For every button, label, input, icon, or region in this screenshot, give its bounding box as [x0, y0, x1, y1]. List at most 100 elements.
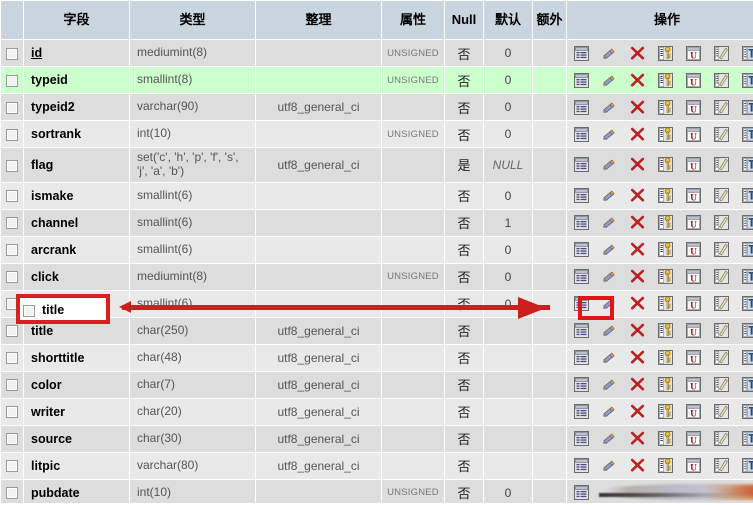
unique-index-icon[interactable]: U: [679, 183, 707, 209]
row-checkbox-cell[interactable]: [1, 398, 23, 425]
edit-pencil-icon[interactable]: [595, 40, 623, 66]
row-checkbox[interactable]: [6, 190, 18, 203]
field-name-cell[interactable]: ismake: [24, 182, 129, 209]
index-icon[interactable]: [707, 152, 735, 178]
unique-index-icon[interactable]: U: [679, 67, 707, 93]
field-name-cell[interactable]: sortrank: [24, 121, 129, 147]
row-checkbox[interactable]: [6, 159, 18, 172]
field-name-cell[interactable]: litpic: [24, 452, 129, 479]
field-name-cell[interactable]: channel: [24, 209, 129, 236]
primary-key-icon[interactable]: [651, 453, 679, 479]
row-checkbox-cell[interactable]: [1, 452, 23, 479]
row-checkbox-cell[interactable]: [1, 425, 23, 452]
index-icon[interactable]: [707, 372, 735, 398]
fulltext-icon[interactable]: [735, 183, 753, 209]
unique-index-icon[interactable]: U: [679, 372, 707, 398]
primary-key-icon[interactable]: [651, 67, 679, 93]
unique-index-icon[interactable]: U: [679, 237, 707, 263]
drop-x-icon[interactable]: [623, 237, 651, 263]
index-icon[interactable]: [707, 399, 735, 425]
primary-key-icon[interactable]: [651, 183, 679, 209]
index-icon[interactable]: [707, 40, 735, 66]
index-icon[interactable]: [707, 121, 735, 147]
unique-index-icon[interactable]: U: [679, 399, 707, 425]
unique-index-icon[interactable]: U: [679, 94, 707, 120]
browse-icon[interactable]: [567, 210, 595, 236]
row-checkbox[interactable]: [6, 101, 18, 114]
fulltext-icon[interactable]: [735, 40, 753, 66]
drop-x-icon[interactable]: [623, 94, 651, 120]
field-name-cell[interactable]: typeid2: [24, 94, 129, 120]
primary-key-icon[interactable]: [651, 291, 679, 317]
edit-pencil-icon[interactable]: [595, 121, 623, 147]
header-field[interactable]: 字段: [24, 1, 129, 39]
index-icon[interactable]: [707, 237, 735, 263]
field-name-cell[interactable]: writer: [24, 398, 129, 425]
index-icon[interactable]: [707, 345, 735, 371]
fulltext-icon[interactable]: [735, 67, 753, 93]
edit-pencil-icon[interactable]: [595, 152, 623, 178]
unique-index-icon[interactable]: U: [679, 291, 707, 317]
row-checkbox-cell[interactable]: [1, 236, 23, 263]
fulltext-icon[interactable]: [735, 399, 753, 425]
browse-icon[interactable]: [567, 372, 595, 398]
row-checkbox[interactable]: [6, 433, 18, 446]
fulltext-icon[interactable]: [735, 237, 753, 263]
edit-pencil-icon[interactable]: [595, 183, 623, 209]
edit-pencil-icon[interactable]: [595, 399, 623, 425]
field-name-cell[interactable]: arcrank: [24, 236, 129, 263]
row-checkbox-cell[interactable]: [1, 209, 23, 236]
edit-pencil-icon[interactable]: [595, 94, 623, 120]
drop-x-icon[interactable]: [623, 152, 651, 178]
browse-icon[interactable]: [567, 237, 595, 263]
unique-index-icon[interactable]: U: [679, 152, 707, 178]
browse-icon[interactable]: [567, 426, 595, 452]
unique-index-icon[interactable]: U: [679, 40, 707, 66]
fulltext-icon[interactable]: [735, 426, 753, 452]
drop-x-icon[interactable]: [623, 210, 651, 236]
row-checkbox[interactable]: [6, 406, 18, 419]
primary-key-icon[interactable]: [651, 210, 679, 236]
edit-pencil-icon[interactable]: [595, 318, 623, 344]
row-checkbox-cell[interactable]: [1, 121, 23, 147]
row-checkbox-cell[interactable]: [1, 479, 23, 505]
row-checkbox[interactable]: [6, 47, 18, 60]
edit-pencil-icon[interactable]: [595, 426, 623, 452]
annotation-row-checkbox[interactable]: [23, 305, 35, 317]
edit-pencil-icon[interactable]: [595, 453, 623, 479]
unique-index-icon[interactable]: U: [679, 210, 707, 236]
index-icon[interactable]: [707, 67, 735, 93]
browse-icon[interactable]: [567, 345, 595, 371]
browse-icon[interactable]: [567, 121, 595, 147]
row-checkbox[interactable]: [6, 487, 18, 500]
row-checkbox[interactable]: [6, 244, 18, 257]
row-checkbox-cell[interactable]: [1, 263, 23, 290]
primary-key-icon[interactable]: [651, 372, 679, 398]
row-checkbox-cell[interactable]: [1, 67, 23, 93]
drop-x-icon[interactable]: [623, 372, 651, 398]
browse-icon[interactable]: [567, 264, 595, 290]
edit-pencil-icon[interactable]: [595, 210, 623, 236]
index-icon[interactable]: [707, 183, 735, 209]
browse-icon[interactable]: [567, 480, 595, 505]
browse-icon[interactable]: [567, 152, 595, 178]
primary-key-icon[interactable]: [651, 152, 679, 178]
drop-x-icon[interactable]: [623, 67, 651, 93]
primary-key-icon[interactable]: [651, 345, 679, 371]
primary-key-icon[interactable]: [651, 318, 679, 344]
fulltext-icon[interactable]: [735, 372, 753, 398]
primary-key-icon[interactable]: [651, 399, 679, 425]
edit-pencil-icon[interactable]: [595, 372, 623, 398]
primary-key-icon[interactable]: [651, 426, 679, 452]
field-name-cell[interactable]: flag: [24, 148, 129, 182]
row-checkbox[interactable]: [6, 128, 18, 141]
row-checkbox[interactable]: [6, 379, 18, 392]
fulltext-icon[interactable]: [735, 94, 753, 120]
field-name-cell[interactable]: id: [24, 40, 129, 66]
index-icon[interactable]: [707, 264, 735, 290]
index-icon[interactable]: [707, 318, 735, 344]
header-select-all[interactable]: [1, 1, 23, 39]
header-type[interactable]: 类型: [130, 1, 255, 39]
edit-pencil-icon[interactable]: [595, 67, 623, 93]
row-checkbox[interactable]: [6, 217, 18, 230]
